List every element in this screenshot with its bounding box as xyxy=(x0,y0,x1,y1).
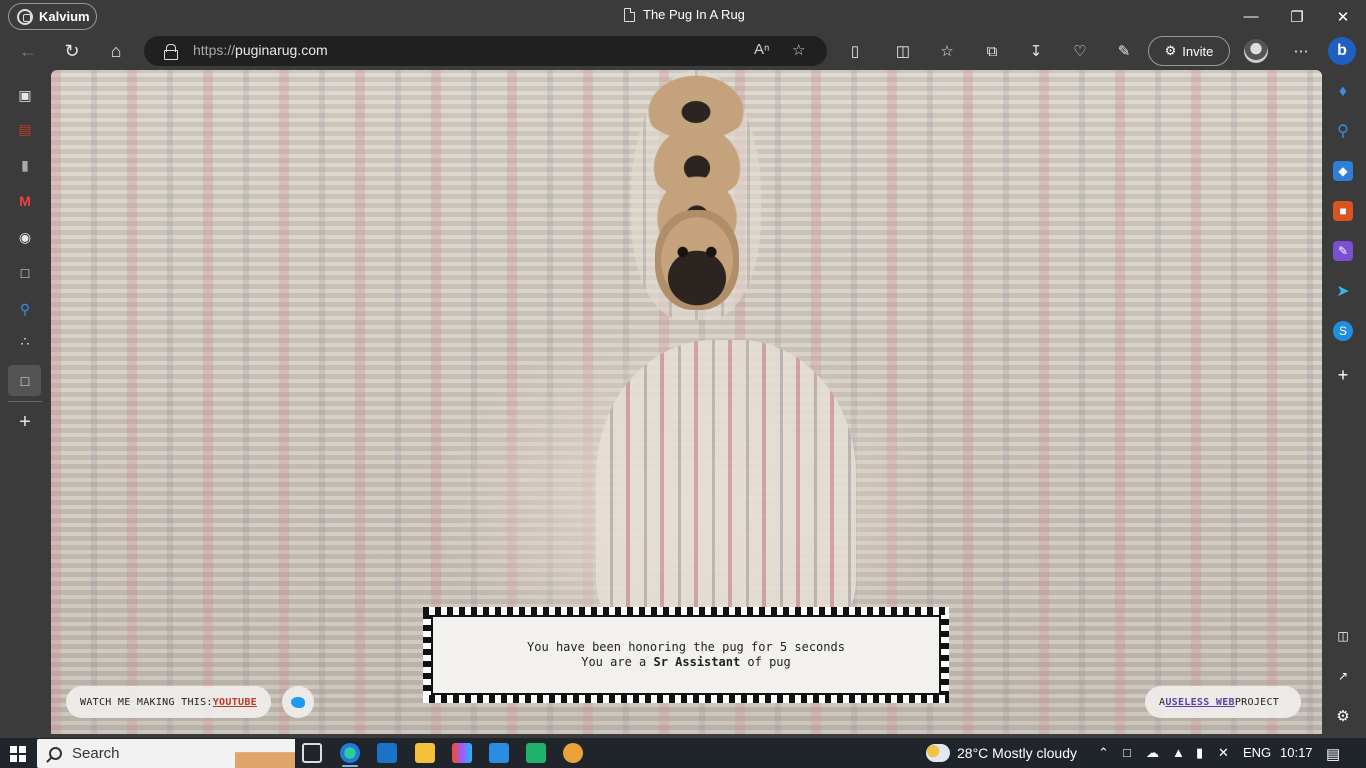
left-sidebar: ▣ ▤ ▮ M ◉ □ ⚲ ∴ □ + xyxy=(0,70,51,738)
watch-pill: WATCH ME MAKING THIS: YOUTUBE xyxy=(66,686,271,718)
show-hidden-icons[interactable]: ⌃ xyxy=(1098,745,1109,761)
restore-button[interactable]: ❐ xyxy=(1274,0,1320,33)
open-external-icon[interactable]: ↗ xyxy=(1333,666,1353,686)
extensions-icon[interactable]: ▯ xyxy=(845,41,865,61)
address-bar[interactable]: https://puginarug.com Aⁿ ☆ xyxy=(144,36,827,66)
honor-time-text: You have been honoring the pug for 5 sec… xyxy=(527,640,845,654)
designer-icon[interactable]: ✎ xyxy=(1333,241,1353,261)
profile-label: Kalvium xyxy=(39,9,90,24)
page-content: You have been honoring the pug for 5 sec… xyxy=(51,70,1322,734)
lock-icon[interactable] xyxy=(164,44,178,60)
navigation-bar: ← ↻ ⌂ https://puginarug.com Aⁿ ☆ ▯ ◫ ☆ ⧉… xyxy=(0,33,1366,70)
medal-icon[interactable] xyxy=(563,743,583,763)
invite-label: Invite xyxy=(1182,43,1214,59)
minimize-button[interactable]: — xyxy=(1228,0,1274,33)
device-icon[interactable]: □ xyxy=(1123,745,1131,760)
notification-center-icon[interactable]: ▤ xyxy=(1326,745,1340,763)
telegram-icon[interactable]: ➤ xyxy=(1333,281,1353,301)
wifi-icon[interactable]: ▲ xyxy=(1172,745,1185,760)
volume-muted-icon[interactable]: ✕ xyxy=(1218,745,1229,761)
file-explorer-icon[interactable] xyxy=(415,743,435,763)
url-text[interactable]: https://puginarug.com xyxy=(193,42,328,58)
notifications-icon[interactable]: ♦ xyxy=(1333,82,1353,102)
close-button[interactable]: ✕ xyxy=(1320,0,1366,33)
search-placeholder: Search xyxy=(72,745,120,762)
youtube-link[interactable]: YOUTUBE xyxy=(213,697,257,708)
drop-icon[interactable]: ✎ xyxy=(1114,41,1134,61)
invite-icon: ⚙ xyxy=(1164,43,1177,58)
active-tab[interactable]: The Pug In A Rug xyxy=(624,7,745,22)
title-bar: Kalvium The Pug In A Rug — ❐ ✕ xyxy=(0,0,1366,33)
workspace-icon xyxy=(17,8,33,25)
shopping-icon[interactable]: ◆ xyxy=(1333,161,1353,181)
message-inner: You have been honoring the pug for 5 sec… xyxy=(431,615,941,695)
edge-icon[interactable] xyxy=(340,743,360,763)
more-icon[interactable]: ⋯ xyxy=(1291,41,1311,61)
rug-image xyxy=(596,340,856,640)
sheets-icon[interactable] xyxy=(526,743,546,763)
pug-image[interactable] xyxy=(655,210,739,310)
home-button[interactable]: ⌂ xyxy=(100,35,132,67)
task-view-icon[interactable] xyxy=(302,743,322,763)
gmail-icon[interactable]: M xyxy=(14,190,36,212)
split-screen-icon[interactable]: ◫ xyxy=(893,41,913,61)
refresh-button[interactable]: ↻ xyxy=(56,35,88,67)
figma-icon[interactable] xyxy=(452,743,472,763)
dots-app-icon[interactable]: ∴ xyxy=(14,330,36,352)
invite-button[interactable]: ⚙ Invite xyxy=(1148,36,1230,66)
battery-icon[interactable]: ▮ xyxy=(1196,745,1203,761)
search-icon xyxy=(49,747,62,760)
back-button[interactable]: ← xyxy=(12,35,44,67)
weather-text[interactable]: 28°C Mostly cloudy xyxy=(957,745,1077,761)
active-app-indicator xyxy=(342,765,358,767)
collections-icon[interactable]: ⧉ xyxy=(982,41,1002,61)
settings-icon[interactable]: ⚙ xyxy=(1333,706,1353,726)
performance-icon[interactable]: ♡ xyxy=(1070,41,1090,61)
vscode-icon[interactable] xyxy=(489,743,509,763)
message-box: You have been honoring the pug for 5 sec… xyxy=(423,607,949,703)
clock[interactable]: 10:17 xyxy=(1280,745,1313,760)
taskbar: Search 28°C Mostly cloudy ⌃ □ ☁ ▲ ▮ ✕ EN… xyxy=(0,738,1366,768)
watch-label: WATCH ME MAKING THIS: xyxy=(80,696,213,708)
weather-icon[interactable] xyxy=(926,744,950,762)
document-icon[interactable]: □ xyxy=(14,262,36,284)
rank-value: Sr Assistant xyxy=(653,655,741,669)
skype-icon[interactable]: S xyxy=(1333,321,1353,341)
right-sidebar: ♦ ⚲ ◆ ■ ✎ ➤ S + ◫ ↗ ⚙ xyxy=(1322,70,1366,738)
tab-actions-icon[interactable]: ▣ xyxy=(14,84,36,106)
search-highlight-art xyxy=(235,739,295,768)
add-icon[interactable]: + xyxy=(14,411,36,433)
sidebar-divider xyxy=(8,401,42,402)
twitter-icon xyxy=(291,696,305,708)
downloads-icon[interactable]: ↧ xyxy=(1026,41,1046,61)
useless-web-link[interactable]: USELESS WEB xyxy=(1165,697,1235,708)
copilot-icon[interactable]: b xyxy=(1328,37,1356,65)
kalvium-icon[interactable]: ▤ xyxy=(14,118,36,140)
project-pill: A USELESS WEB PROJECT xyxy=(1145,686,1301,718)
taskbar-search[interactable]: Search xyxy=(37,739,295,768)
twitter-button[interactable] xyxy=(282,686,314,718)
avatar[interactable] xyxy=(1244,39,1268,63)
read-aloud-icon[interactable]: Aⁿ xyxy=(754,41,769,58)
onedrive-icon[interactable]: ☁ xyxy=(1146,745,1159,761)
rank-text: You are a Sr Assistant of pug xyxy=(581,655,791,669)
page-icon xyxy=(624,7,635,22)
app-icon[interactable]: ▮ xyxy=(14,154,36,176)
tab-title: The Pug In A Rug xyxy=(643,7,745,22)
favorite-star-icon[interactable]: ☆ xyxy=(792,41,805,59)
language-indicator[interactable]: ENG xyxy=(1243,745,1271,760)
favorites-icon[interactable]: ☆ xyxy=(937,41,957,61)
search-icon[interactable]: ⚲ xyxy=(1333,121,1353,141)
add-icon[interactable]: + xyxy=(1333,365,1353,385)
start-button[interactable] xyxy=(10,746,26,762)
split-icon[interactable]: ◫ xyxy=(1333,626,1353,646)
github-icon[interactable]: ◉ xyxy=(14,226,36,248)
tools-icon[interactable]: ■ xyxy=(1333,201,1353,221)
page-icon[interactable]: □ xyxy=(14,370,36,392)
outlook-icon[interactable] xyxy=(377,743,397,763)
search-app-icon[interactable]: ⚲ xyxy=(14,298,36,320)
profile-button[interactable]: Kalvium xyxy=(8,3,97,30)
